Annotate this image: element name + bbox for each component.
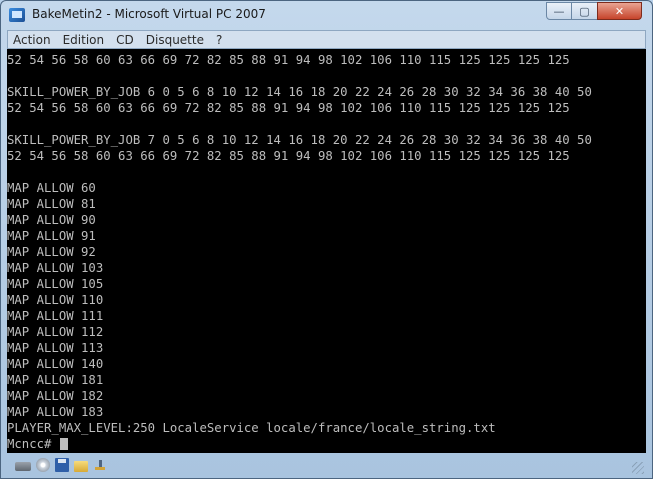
console-line: MAP ALLOW 112 bbox=[7, 325, 104, 339]
console-line: MAP ALLOW 140 bbox=[7, 357, 104, 371]
resize-grip[interactable] bbox=[632, 462, 644, 474]
console-line: 52 54 56 58 60 63 66 69 72 82 85 88 91 9… bbox=[7, 101, 570, 115]
console-prompt: Mcncc# bbox=[7, 437, 59, 451]
close-button[interactable]: ✕ bbox=[597, 2, 642, 20]
menu-cd[interactable]: CD bbox=[111, 33, 141, 47]
console-line: MAP ALLOW 181 bbox=[7, 373, 104, 387]
console-line: PLAYER_MAX_LEVEL:250 LocaleService local… bbox=[7, 421, 496, 435]
minimize-button[interactable]: — bbox=[546, 2, 572, 20]
console-line: MAP ALLOW 92 bbox=[7, 245, 96, 259]
console-line: MAP ALLOW 103 bbox=[7, 261, 104, 275]
shared-folder-icon[interactable] bbox=[74, 460, 88, 472]
menu-bar: Action Edition CD Disquette ? bbox=[7, 30, 646, 49]
menu-action[interactable]: Action bbox=[8, 33, 58, 47]
menu-edition[interactable]: Edition bbox=[58, 33, 112, 47]
console-line: MAP ALLOW 60 bbox=[7, 181, 96, 195]
virtual-pc-icon bbox=[9, 8, 25, 22]
console-line: SKILL_POWER_BY_JOB 7 0 5 6 8 10 12 14 16… bbox=[7, 133, 592, 147]
console-line: MAP ALLOW 183 bbox=[7, 405, 104, 419]
console-line: SKILL_POWER_BY_JOB 6 0 5 6 8 10 12 14 16… bbox=[7, 85, 592, 99]
cd-drive-icon[interactable] bbox=[36, 458, 50, 472]
text-cursor bbox=[59, 438, 68, 450]
network-icon[interactable] bbox=[93, 459, 107, 471]
console-line: MAP ALLOW 81 bbox=[7, 197, 96, 211]
console-line: MAP ALLOW 182 bbox=[7, 389, 104, 403]
console-line: MAP ALLOW 113 bbox=[7, 341, 104, 355]
console-line: 52 54 56 58 60 63 66 69 72 82 85 88 91 9… bbox=[7, 149, 570, 163]
console-line: MAP ALLOW 91 bbox=[7, 229, 96, 243]
window-title: BakeMetin2 - Microsoft Virtual PC 2007 bbox=[32, 7, 266, 21]
console-line: MAP ALLOW 105 bbox=[7, 277, 104, 291]
hard-disk-icon[interactable] bbox=[15, 462, 31, 471]
status-bar bbox=[7, 453, 646, 477]
floppy-icon[interactable] bbox=[55, 458, 69, 472]
maximize-button[interactable]: ▢ bbox=[571, 2, 598, 20]
console-line: MAP ALLOW 111 bbox=[7, 309, 104, 323]
console-prompt-line[interactable]: Mcncc# bbox=[7, 436, 68, 452]
menu-help[interactable]: ? bbox=[211, 33, 229, 47]
menu-disquette[interactable]: Disquette bbox=[141, 33, 211, 47]
console-line: MAP ALLOW 90 bbox=[7, 213, 96, 227]
console-screen[interactable]: 52 54 56 58 60 63 66 69 72 82 85 88 91 9… bbox=[7, 49, 646, 453]
console-line: MAP ALLOW 110 bbox=[7, 293, 104, 307]
title-bar[interactable]: BakeMetin2 - Microsoft Virtual PC 2007 —… bbox=[1, 1, 652, 30]
console-line: 52 54 56 58 60 63 66 69 72 82 85 88 91 9… bbox=[7, 53, 570, 67]
vpc-window: BakeMetin2 - Microsoft Virtual PC 2007 —… bbox=[0, 0, 653, 479]
